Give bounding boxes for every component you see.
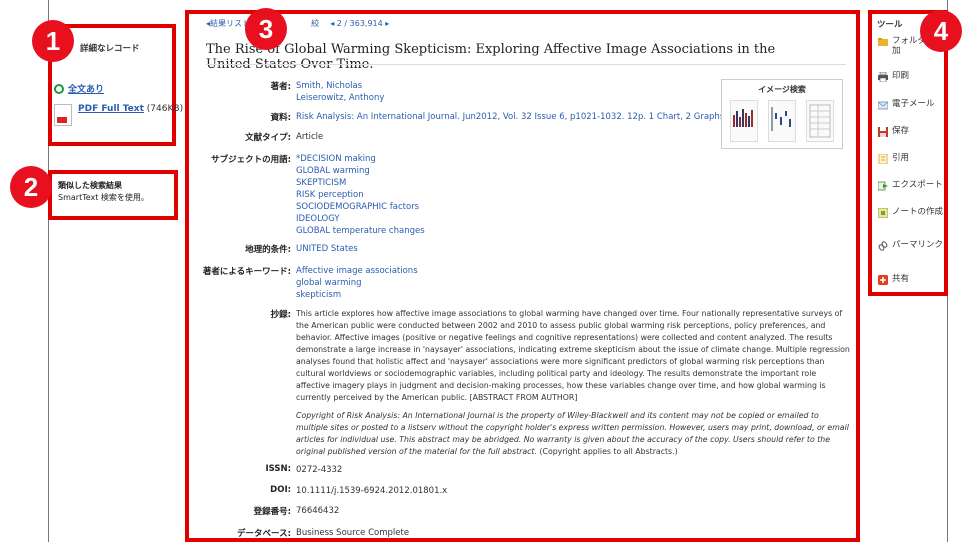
subjects-list: *DECISION making GLOBAL warming SKEPTICI… <box>296 153 425 237</box>
authors-label: 著者: <box>270 82 291 92</box>
abstract-label: 抄録: <box>270 310 291 320</box>
email-icon <box>878 101 888 110</box>
tool-save[interactable]: 保存 <box>878 126 944 137</box>
authors-list: Smith, Nicholas Leiserowitz, Anthony <box>296 80 384 104</box>
keyword-link[interactable]: skepticism <box>296 290 341 300</box>
keywords-label: 著者によるキーワード: <box>202 267 291 277</box>
doctype-label: 文献タイプ: <box>245 133 291 143</box>
subject-link[interactable]: IDEOLOGY <box>296 214 340 224</box>
accession-label: 登録番号: <box>253 507 291 517</box>
geo-link[interactable]: UNITED States <box>296 244 358 254</box>
image-thumbnail[interactable] <box>730 100 758 142</box>
subjects-label: サブジェクトの用語: <box>211 155 291 165</box>
source-value: Risk Analysis: An International Journal.… <box>296 111 727 123</box>
note-icon <box>878 208 888 218</box>
pdf-fulltext-link[interactable]: PDF Full Text <box>78 104 144 114</box>
keyword-link[interactable]: Affective image associations <box>296 266 418 276</box>
pdf-size: (746KB) <box>146 104 184 114</box>
fulltext-available[interactable]: 全文あり <box>54 82 104 95</box>
refine-link[interactable]: 絞 <box>311 19 319 28</box>
tool-cite[interactable]: 引用 <box>878 153 944 164</box>
image-thumbnail[interactable] <box>768 100 796 142</box>
badge-4: 4 <box>920 10 962 52</box>
issn-label: ISSN: <box>265 464 291 474</box>
similar-results-subtitle: SmartText 検索を使用。 <box>58 193 149 202</box>
subject-link[interactable]: GLOBAL temperature changes <box>296 226 425 236</box>
badge-3: 3 <box>245 8 287 50</box>
image-search-title: イメージ検索 <box>758 85 806 94</box>
export-icon <box>878 181 888 191</box>
printer-icon <box>878 72 888 82</box>
keyword-link[interactable]: global warming <box>296 278 362 288</box>
subject-link[interactable]: GLOBAL warming <box>296 166 370 176</box>
result-navigation: ◂結果リスト 絞 ◂ 2 / 363,914 ▸ <box>206 18 389 29</box>
image-search-panel: イメージ検索 <box>721 79 843 149</box>
back-to-results-link[interactable]: ◂結果リスト <box>206 19 250 28</box>
pdf-fulltext-row[interactable]: PDF Full Text (746KB) <box>54 104 183 126</box>
abstract-block: This article explores how affective imag… <box>296 308 852 458</box>
result-position[interactable]: ◂ 2 / 363,914 ▸ <box>330 19 389 28</box>
similar-results-title[interactable]: 類似した検索結果 <box>58 180 122 191</box>
fulltext-icon <box>54 83 64 94</box>
tools-title: ツール <box>877 20 903 30</box>
image-thumbnail[interactable] <box>806 100 834 142</box>
doi-label: DOI: <box>270 485 291 495</box>
title-divider <box>206 64 846 65</box>
subject-link[interactable]: SKEPTICISM <box>296 178 346 188</box>
tool-export[interactable]: エクスポート <box>878 180 944 191</box>
article-title: The Rise of Global Warming Skepticism: E… <box>206 42 776 72</box>
badge-1: 1 <box>32 20 74 62</box>
copyright-tail: (Copyright applies to all Abstracts.) <box>539 447 678 456</box>
tool-email[interactable]: 電子メール <box>878 99 944 110</box>
source-label: 資料: <box>270 113 291 123</box>
bar-chart-thumbnail-icon <box>733 109 753 127</box>
save-icon <box>878 127 888 137</box>
tool-create-note[interactable]: ノートの作成 <box>878 207 944 218</box>
badge-2: 2 <box>10 166 52 208</box>
cite-icon <box>878 154 888 164</box>
abstract-text: This article explores how affective imag… <box>296 309 850 402</box>
tool-share[interactable]: 共有 <box>878 274 944 285</box>
keywords-list: Affective image associations global warm… <box>296 265 418 301</box>
accession-value: 76646432 <box>296 506 340 516</box>
author-link[interactable]: Leiserowitz, Anthony <box>296 93 384 103</box>
dot-plot-thumbnail-icon <box>771 107 791 131</box>
pdf-icon <box>54 104 72 126</box>
source-link[interactable]: Risk Analysis: An International Journal.… <box>296 112 727 122</box>
issn-value: 0272-4332 <box>296 465 343 475</box>
fulltext-link[interactable]: 全文あり <box>68 82 104 95</box>
doctype-value: Article <box>296 132 324 142</box>
table-thumbnail-icon <box>809 104 831 138</box>
geo-label: 地理的条件: <box>245 245 291 255</box>
tool-print[interactable]: 印刷 <box>878 71 944 82</box>
subject-link[interactable]: SOCIODEMOGRAPHIC factors <box>296 202 419 212</box>
link-icon <box>878 241 888 251</box>
detail-record-title: 詳細なレコード <box>80 44 140 54</box>
database-label: データベース: <box>237 529 291 539</box>
database-value: Business Source Complete <box>296 528 410 538</box>
subject-link[interactable]: RISK perception <box>296 190 364 200</box>
geo-value: UNITED States <box>296 243 358 255</box>
author-link[interactable]: Smith, Nicholas <box>296 81 362 91</box>
folder-icon <box>878 38 888 46</box>
doi-value: 10.1111/j.1539-6924.2012.01801.x <box>296 486 448 496</box>
tool-permalink[interactable]: パーマリンク <box>878 240 944 251</box>
subject-link[interactable]: *DECISION making <box>296 154 376 164</box>
share-icon <box>878 275 888 285</box>
